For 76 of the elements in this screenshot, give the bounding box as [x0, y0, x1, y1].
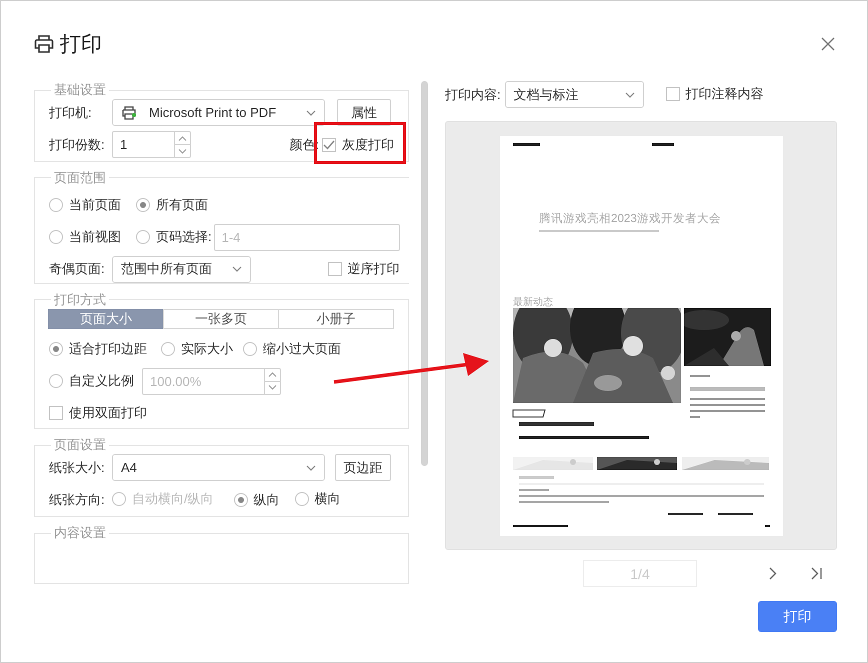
- radio-button[interactable]: [49, 374, 63, 388]
- option-label: 当前页面: [69, 196, 121, 214]
- option-label: 自定义比例: [69, 372, 134, 390]
- text-line: [512, 525, 568, 527]
- document-title: 腾讯游戏亮相2023游戏开发者大会: [538, 212, 720, 225]
- radio-button[interactable]: [49, 198, 63, 212]
- mode-tab[interactable]: 小册子: [278, 308, 394, 329]
- option-label: 适合打印边距: [69, 340, 147, 358]
- group-legend: 内容设置: [51, 524, 109, 542]
- scrollbar[interactable]: [421, 81, 428, 466]
- option-label: 所有页面: [156, 196, 208, 214]
- odd-even-dropdown[interactable]: 范围中所有页面: [112, 256, 251, 283]
- copies-spinbox[interactable]: 1: [112, 131, 191, 158]
- option-label: 当前视图: [69, 228, 121, 246]
- field-label: 奇偶页面:: [49, 260, 106, 278]
- text-line: [718, 513, 752, 515]
- group-legend: 基础设置: [51, 81, 109, 99]
- chevron-down-icon: [178, 148, 187, 154]
- chevron-up-icon: [178, 136, 187, 140]
- printer-icon: [34, 34, 54, 54]
- printer-icon: [121, 106, 137, 120]
- option-label: 实际大小: [181, 340, 233, 358]
- field-label: 打印机:: [49, 104, 93, 122]
- printer-dropdown[interactable]: Microsoft Print to PDF: [112, 99, 325, 126]
- caret-icon: [306, 110, 316, 116]
- group-legend: 页面设置: [51, 436, 109, 454]
- checkbox[interactable]: [666, 87, 680, 101]
- option-label: 页码选择:: [156, 228, 212, 246]
- text-line: [652, 143, 674, 146]
- radio-button[interactable]: [294, 492, 309, 506]
- option-label: 横向: [314, 490, 341, 508]
- option-label: 灰度打印: [342, 136, 394, 154]
- caret-icon: [624, 92, 635, 98]
- field-label: 纸张大小:: [49, 458, 106, 477]
- group-legend: 打印方式: [51, 290, 109, 309]
- close-icon[interactable]: [821, 37, 835, 51]
- chevron-down-icon: [268, 385, 277, 390]
- text-line: [690, 375, 710, 377]
- text-line: [668, 513, 702, 515]
- text-line: [518, 489, 548, 491]
- radio-button[interactable]: [49, 342, 63, 356]
- text-line: [512, 143, 540, 146]
- caret-icon: [306, 464, 316, 471]
- mode-tab[interactable]: 一张多页: [163, 308, 279, 329]
- checkbox[interactable]: [49, 406, 63, 420]
- next-page-icon[interactable]: [769, 567, 777, 580]
- option-label: 逆序打印: [348, 260, 400, 278]
- option-label: 打印注释内容: [686, 85, 764, 103]
- chevron-up-icon: [268, 372, 277, 378]
- radio-button[interactable]: [243, 342, 257, 356]
- page-range-field[interactable]: 1-4: [214, 224, 399, 250]
- group-legend: 页面范围: [51, 168, 109, 187]
- margins-button[interactable]: 页边距: [335, 454, 391, 482]
- radio-button[interactable]: [136, 198, 150, 212]
- field-label: 打印份数:: [49, 136, 106, 154]
- radio-button[interactable]: [161, 342, 175, 356]
- option-label: 纵向: [254, 490, 280, 509]
- checkbox[interactable]: [322, 138, 336, 152]
- radio-button[interactable]: [234, 492, 248, 507]
- option-label: 自动横向/纵向: [132, 490, 214, 508]
- field-label: 打印内容:: [445, 86, 501, 104]
- radio-button[interactable]: [136, 230, 150, 244]
- text-line: [518, 476, 554, 479]
- caret-icon: [232, 266, 242, 272]
- option-label: 缩小过大页面: [263, 340, 341, 358]
- copies-field[interactable]: 1: [113, 132, 174, 157]
- paper-size-dropdown[interactable]: A4: [112, 454, 325, 482]
- radio-button[interactable]: [49, 230, 63, 244]
- date-tag: [512, 410, 546, 418]
- field-label: 纸张方向:: [49, 490, 106, 509]
- content-dropdown[interactable]: 文档与标注: [504, 81, 644, 108]
- option-label: 使用双面打印: [69, 404, 147, 422]
- window-title: 打印: [60, 32, 102, 58]
- print-button[interactable]: 打印: [758, 601, 837, 632]
- checkbox[interactable]: [328, 262, 342, 276]
- last-page-icon[interactable]: [811, 567, 822, 580]
